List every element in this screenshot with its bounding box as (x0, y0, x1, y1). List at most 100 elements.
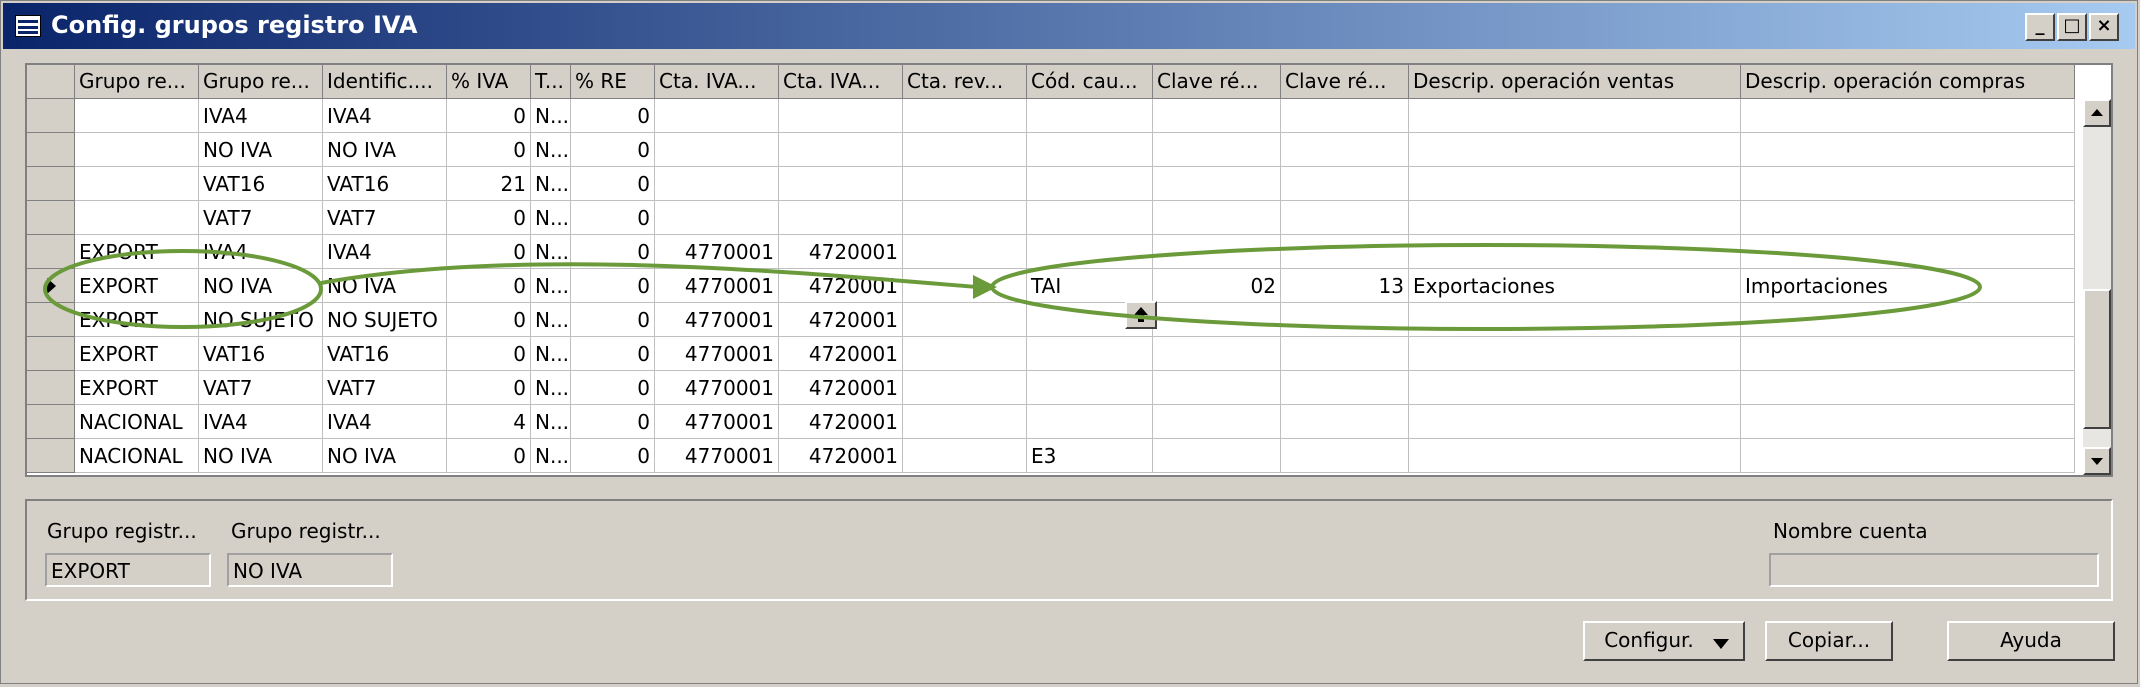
table-row[interactable]: NACIONAL IVA4 IVA4 4 N... 0 4770001 4720001 (27, 405, 2075, 439)
row-selector[interactable] (27, 405, 75, 439)
column-header[interactable]: Identific.... (323, 65, 447, 99)
table-cell[interactable]: 0 (447, 303, 531, 337)
table-row[interactable]: EXPORT NO IVA NO IVA 0 N... 0 4770001 4720001 TA… (27, 269, 2075, 303)
table-cell[interactable]: 0 (447, 371, 531, 405)
table-cell[interactable]: NACIONAL (75, 405, 199, 439)
row-selector[interactable] (27, 133, 75, 167)
table-cell[interactable]: VAT7 (199, 201, 323, 235)
table-cell[interactable] (1027, 371, 1153, 405)
column-header[interactable]: Cód. cau... (1027, 65, 1153, 99)
table-cell[interactable] (1741, 405, 2075, 439)
table-cell[interactable]: 02 (1153, 269, 1281, 303)
table-row[interactable]: VAT16 VAT16 21 N... 0 (27, 167, 2075, 201)
row-selector[interactable] (27, 337, 75, 371)
table-cell[interactable]: 0 (571, 167, 655, 201)
table-cell[interactable] (1281, 371, 1409, 405)
column-header[interactable]: Grupo re... (199, 65, 323, 99)
table-cell[interactable] (1409, 405, 1741, 439)
table-cell[interactable]: E3 (1027, 439, 1153, 473)
header-corner[interactable] (27, 65, 75, 99)
table-row[interactable]: NACIONAL NO IVA NO IVA 0 N... 0 4770001 4720001… (27, 439, 2075, 473)
table-cell[interactable] (1741, 303, 2075, 337)
table-cell[interactable] (903, 235, 1027, 269)
table-cell[interactable] (1741, 167, 2075, 201)
table-cell[interactable]: Exportaciones (1409, 269, 1741, 303)
table-cell[interactable]: N... (531, 337, 571, 371)
table-cell[interactable] (1153, 439, 1281, 473)
table-cell[interactable] (1281, 167, 1409, 201)
table-cell[interactable]: EXPORT (75, 337, 199, 371)
table-cell[interactable] (1409, 337, 1741, 371)
table-cell[interactable]: 4720001 (779, 269, 903, 303)
table-cell[interactable]: IVA4 (199, 405, 323, 439)
table-cell[interactable] (1741, 201, 2075, 235)
table-row[interactable]: NO IVA NO IVA 0 N... 0 (27, 133, 2075, 167)
table-cell[interactable]: VAT7 (199, 371, 323, 405)
scroll-down-button[interactable] (2083, 447, 2111, 475)
table-cell[interactable] (903, 439, 1027, 473)
table-cell[interactable] (903, 405, 1027, 439)
maximize-button[interactable]: □ (2057, 13, 2087, 41)
table-cell[interactable] (779, 133, 903, 167)
table-cell[interactable] (779, 201, 903, 235)
table-cell[interactable] (1153, 201, 1281, 235)
row-selector[interactable] (27, 439, 75, 473)
table-cell[interactable] (1741, 99, 2075, 133)
column-header[interactable]: T... (531, 65, 571, 99)
table-cell[interactable]: IVA4 (199, 235, 323, 269)
table-cell[interactable]: N... (531, 269, 571, 303)
column-header[interactable]: % RE (571, 65, 655, 99)
table-cell[interactable]: 0 (571, 303, 655, 337)
table-cell[interactable]: NACIONAL (75, 439, 199, 473)
table-cell[interactable]: NO IVA (323, 439, 447, 473)
table-cell[interactable]: N... (531, 133, 571, 167)
row-selector[interactable] (27, 235, 75, 269)
table-cell[interactable] (655, 201, 779, 235)
table-cell[interactable] (1281, 337, 1409, 371)
table-cell[interactable] (1027, 167, 1153, 201)
table-cell[interactable] (903, 371, 1027, 405)
table-cell[interactable]: 4720001 (779, 405, 903, 439)
table-cell[interactable] (1409, 133, 1741, 167)
table-cell[interactable] (1027, 405, 1153, 439)
table-row[interactable]: EXPORT IVA4 IVA4 0 N... 0 4770001 4720001 (27, 235, 2075, 269)
table-cell[interactable] (655, 133, 779, 167)
table-cell[interactable] (75, 167, 199, 201)
table-cell[interactable]: 0 (447, 269, 531, 303)
table-cell[interactable]: 0 (571, 133, 655, 167)
account-name-field[interactable] (1769, 553, 2099, 587)
table-cell[interactable] (1153, 133, 1281, 167)
table-cell[interactable]: 13 (1281, 269, 1409, 303)
table-cell[interactable]: 21 (447, 167, 531, 201)
table-cell[interactable]: 4770001 (655, 371, 779, 405)
table-row[interactable]: EXPORT VAT7 VAT7 0 N... 0 4770001 4720001 (27, 371, 2075, 405)
table-cell[interactable] (655, 99, 779, 133)
copiar-button[interactable]: Copiar... (1765, 621, 1893, 661)
table-cell[interactable]: VAT16 (199, 337, 323, 371)
table-cell[interactable]: NO IVA (323, 133, 447, 167)
table-row[interactable]: EXPORT VAT16 VAT16 0 N... 0 4770001 4720001 (27, 337, 2075, 371)
row-selector[interactable] (27, 201, 75, 235)
table-cell[interactable]: 0 (447, 201, 531, 235)
lookup-button[interactable] (1125, 301, 1157, 329)
table-cell[interactable]: 0 (447, 439, 531, 473)
table-cell[interactable] (1281, 303, 1409, 337)
table-row[interactable]: EXPORT NO SUJETO NO SUJETO 0 N... 0 4770001 472… (27, 303, 2075, 337)
table-cell[interactable] (1281, 405, 1409, 439)
table-cell[interactable]: N... (531, 167, 571, 201)
table-cell[interactable]: N... (531, 405, 571, 439)
table-cell[interactable] (903, 337, 1027, 371)
table-cell[interactable]: TAI (1027, 269, 1153, 303)
table-cell[interactable]: VAT16 (199, 167, 323, 201)
table-cell[interactable]: 4770001 (655, 439, 779, 473)
scroll-thumb[interactable] (2083, 289, 2111, 429)
table-cell[interactable]: 0 (571, 405, 655, 439)
table-cell[interactable] (903, 269, 1027, 303)
table-cell[interactable]: N... (531, 201, 571, 235)
row-selector[interactable] (27, 269, 75, 303)
table-cell[interactable] (1153, 405, 1281, 439)
vat-prod-group-field[interactable]: NO IVA (227, 553, 393, 587)
table-cell[interactable]: 4720001 (779, 337, 903, 371)
table-cell[interactable]: NO IVA (199, 439, 323, 473)
table-cell[interactable]: IVA4 (323, 235, 447, 269)
